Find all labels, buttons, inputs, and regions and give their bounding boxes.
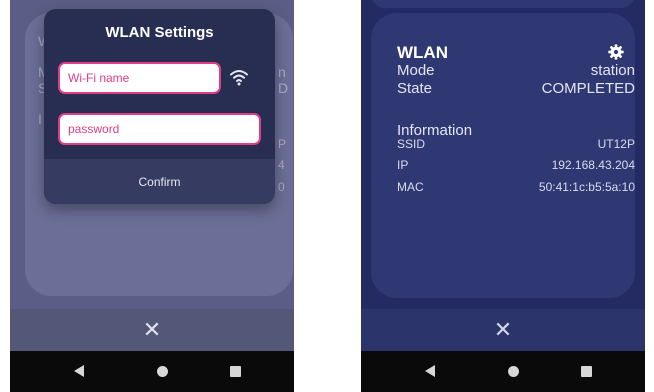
back-icon[interactable]	[425, 365, 435, 377]
wifi-name-field[interactable]: Wi-Fi name	[58, 62, 221, 94]
ssid-label: SSID	[397, 137, 426, 151]
mode-value: station	[590, 62, 635, 79]
mode-row: Mode station	[397, 62, 635, 79]
right-screen: WLAN Mode station State COMPLETED Inform…	[361, 0, 645, 392]
mac-label: MAC	[397, 180, 424, 194]
mac-value: 50:41:1c:b5:5a:10	[538, 180, 635, 194]
home-icon[interactable]	[157, 366, 168, 377]
recents-icon[interactable]	[230, 366, 241, 377]
system-nav-bar	[361, 351, 645, 392]
back-icon[interactable]	[74, 365, 84, 377]
state-value: COMPLETED	[541, 80, 635, 97]
ssid-value: UT12P	[597, 137, 635, 151]
confirm-button[interactable]: Confirm	[44, 159, 275, 204]
mac-row: MAC 50:41:1c:b5:5a:10	[397, 180, 635, 194]
system-nav-bar	[10, 351, 294, 392]
ghost-ip-value-fragment: 4	[278, 158, 285, 172]
state-row: State COMPLETED	[397, 80, 635, 97]
password-field[interactable]: password	[58, 113, 261, 145]
mode-label: Mode	[397, 62, 435, 79]
bottom-close-bar: ✕	[10, 309, 294, 351]
ghost-mac-value-fragment: 0	[278, 180, 285, 194]
wlan-card: WLAN Mode station State COMPLETED Inform…	[371, 13, 635, 298]
left-screen: W M S I n D P 4 0 WLAN Settings Wi-Fi na…	[10, 0, 294, 392]
ip-value: 192.168.43.204	[551, 158, 635, 172]
ghost-mode-value-fragment: n	[278, 64, 286, 80]
bottom-close-bar: ✕	[361, 309, 645, 351]
recents-icon[interactable]	[581, 366, 592, 377]
previous-card-edge	[371, 0, 635, 8]
card-title: WLAN	[397, 43, 448, 62]
gear-icon[interactable]	[608, 44, 624, 60]
ip-row: IP 192.168.43.204	[397, 158, 635, 172]
home-icon[interactable]	[508, 366, 519, 377]
ghost-info-fragment: I	[38, 111, 42, 127]
close-icon[interactable]: ✕	[494, 319, 512, 341]
state-label: State	[397, 80, 433, 97]
close-icon[interactable]: ✕	[143, 319, 161, 341]
ssid-row: SSID UT12P	[397, 137, 635, 151]
ghost-ssid-value-fragment: P	[278, 137, 287, 151]
wlan-settings-dialog: WLAN Settings Wi-Fi name password Confir…	[44, 9, 275, 204]
dialog-title: WLAN Settings	[105, 24, 214, 41]
wifi-icon[interactable]	[229, 68, 249, 86]
ghost-state-value-fragment: D	[278, 80, 289, 96]
ip-label: IP	[397, 158, 409, 172]
